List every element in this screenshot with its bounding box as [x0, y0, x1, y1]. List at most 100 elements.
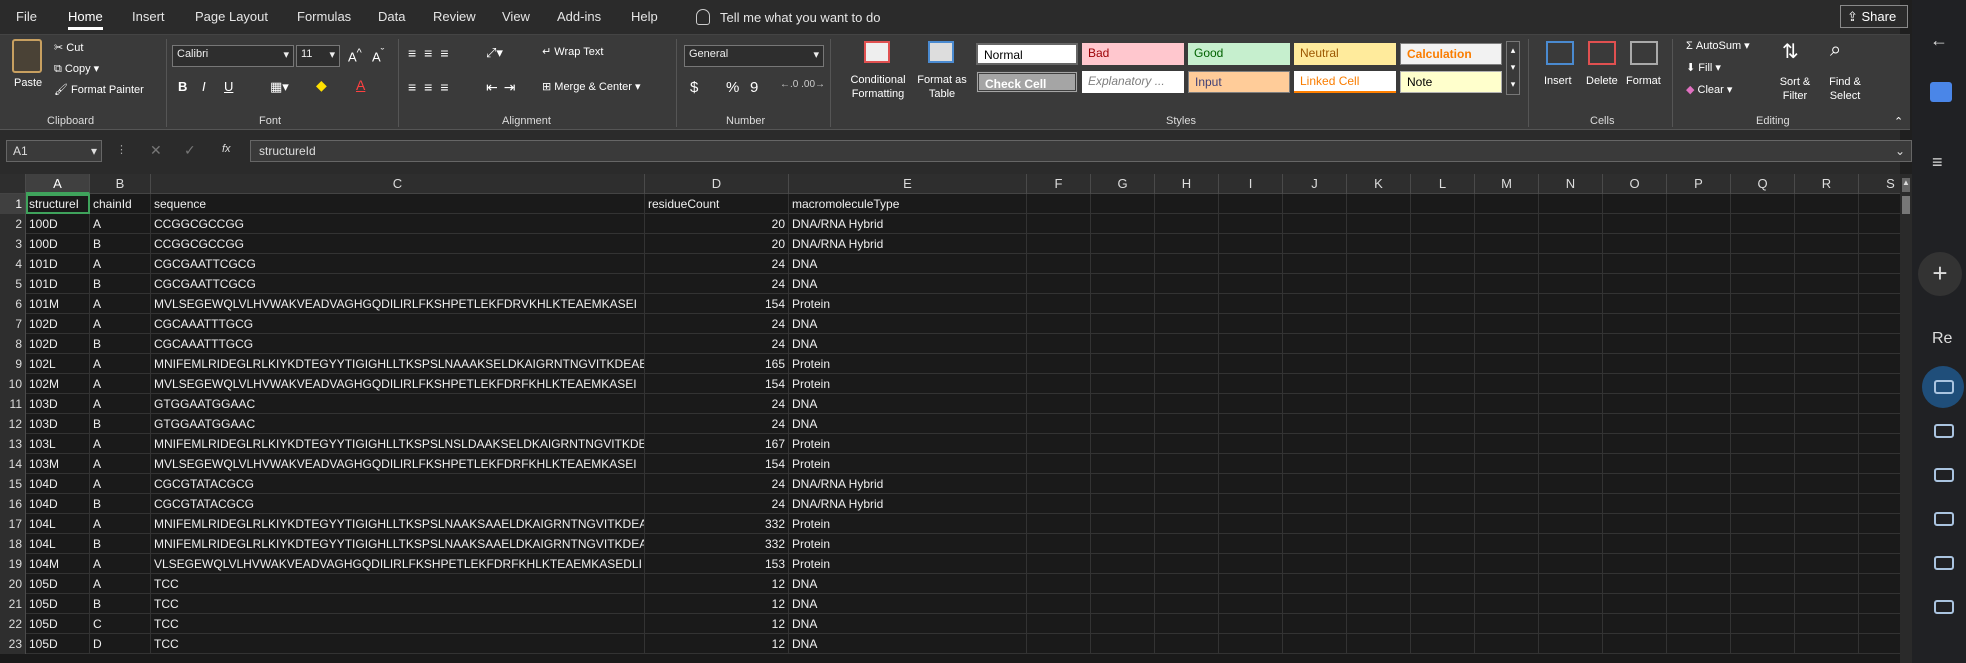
insert-function-button[interactable]: fx	[222, 143, 231, 155]
empty-cell[interactable]	[1603, 274, 1667, 294]
empty-cell[interactable]	[1347, 634, 1411, 654]
empty-cell[interactable]	[1859, 234, 1900, 254]
cell-b4[interactable]: A	[90, 254, 151, 274]
empty-cell[interactable]	[1539, 514, 1603, 534]
row-header[interactable]: 18	[0, 534, 26, 554]
select-all-corner[interactable]	[0, 174, 26, 194]
empty-cell[interactable]	[1283, 234, 1347, 254]
empty-cell[interactable]	[1859, 354, 1900, 374]
cell-e1[interactable]: macromoleculeType	[789, 194, 1027, 214]
insert-cells-icon[interactable]	[1546, 41, 1574, 65]
cell-e7[interactable]: DNA	[789, 314, 1027, 334]
cell-a13[interactable]: 103L	[26, 434, 90, 454]
empty-cell[interactable]	[1283, 494, 1347, 514]
grow-font-button[interactable]: A^	[348, 47, 362, 64]
cell-e19[interactable]: Protein	[789, 554, 1027, 574]
empty-cell[interactable]	[1091, 334, 1155, 354]
column-header-c[interactable]: C	[151, 174, 645, 194]
cell-e2[interactable]: DNA/RNA Hybrid	[789, 214, 1027, 234]
tab-home[interactable]: Home	[68, 9, 103, 30]
column-header-o[interactable]: O	[1603, 174, 1667, 194]
wrap-text-button[interactable]: ↵ Wrap Text	[542, 45, 603, 58]
empty-cell[interactable]	[1795, 494, 1859, 514]
empty-cell[interactable]	[1219, 494, 1283, 514]
magnifier-icon[interactable]: ⌕	[1830, 39, 1841, 62]
row-header[interactable]: 11	[0, 394, 26, 414]
empty-cell[interactable]	[1667, 314, 1731, 334]
empty-cell[interactable]	[1731, 554, 1795, 574]
empty-cell[interactable]	[1475, 354, 1539, 374]
empty-cell[interactable]	[1411, 494, 1475, 514]
empty-cell[interactable]	[1283, 274, 1347, 294]
cell-d9[interactable]: 165	[645, 354, 789, 374]
row-header[interactable]: 16	[0, 494, 26, 514]
empty-cell[interactable]	[1795, 614, 1859, 634]
clear-button[interactable]: ◆ Clear ▾	[1686, 83, 1732, 96]
empty-cell[interactable]	[1091, 234, 1155, 254]
empty-cell[interactable]	[1731, 534, 1795, 554]
column-header-j[interactable]: J	[1283, 174, 1347, 194]
empty-cell[interactable]	[1219, 214, 1283, 234]
empty-cell[interactable]	[1219, 254, 1283, 274]
empty-cell[interactable]	[1411, 294, 1475, 314]
empty-cell[interactable]	[1539, 614, 1603, 634]
empty-cell[interactable]	[1411, 274, 1475, 294]
fill-button[interactable]: ⬇ Fill ▾	[1686, 61, 1721, 74]
empty-cell[interactable]	[1283, 194, 1347, 214]
cell-e20[interactable]: DNA	[789, 574, 1027, 594]
empty-cell[interactable]	[1155, 294, 1219, 314]
empty-cell[interactable]	[1603, 594, 1667, 614]
empty-cell[interactable]	[1859, 314, 1900, 334]
empty-cell[interactable]	[1795, 314, 1859, 334]
empty-cell[interactable]	[1539, 454, 1603, 474]
empty-cell[interactable]	[1539, 434, 1603, 454]
empty-cell[interactable]	[1795, 594, 1859, 614]
empty-cell[interactable]	[1027, 314, 1091, 334]
empty-cell[interactable]	[1411, 254, 1475, 274]
cell-c18[interactable]: MNIFEMLRIDEGLRLKIYKDTEGYYTIGIGHLLTKSPSLN…	[151, 534, 645, 554]
empty-cell[interactable]	[1731, 514, 1795, 534]
empty-cell[interactable]	[1091, 214, 1155, 234]
empty-cell[interactable]	[1539, 374, 1603, 394]
cell-d20[interactable]: 12	[645, 574, 789, 594]
empty-cell[interactable]	[1155, 254, 1219, 274]
empty-cell[interactable]	[1283, 474, 1347, 494]
empty-cell[interactable]	[1539, 334, 1603, 354]
row-header[interactable]: 7	[0, 314, 26, 334]
row-header[interactable]: 21	[0, 594, 26, 614]
empty-cell[interactable]	[1859, 554, 1900, 574]
empty-cell[interactable]	[1795, 434, 1859, 454]
empty-cell[interactable]	[1155, 454, 1219, 474]
empty-cell[interactable]	[1219, 574, 1283, 594]
merge-center-button[interactable]: ⊞ Merge & Center ▾	[542, 80, 641, 93]
empty-cell[interactable]	[1155, 554, 1219, 574]
column-header-a[interactable]: A	[26, 174, 90, 194]
cell-e6[interactable]: Protein	[789, 294, 1027, 314]
empty-cell[interactable]	[1475, 594, 1539, 614]
cell-a10[interactable]: 102M	[26, 374, 90, 394]
empty-cell[interactable]	[1091, 294, 1155, 314]
empty-cell[interactable]	[1027, 454, 1091, 474]
empty-cell[interactable]	[1155, 414, 1219, 434]
font-color-icon[interactable]: A	[356, 77, 365, 93]
empty-cell[interactable]	[1539, 594, 1603, 614]
cell-d6[interactable]: 154	[645, 294, 789, 314]
empty-cell[interactable]	[1795, 394, 1859, 414]
cell-a17[interactable]: 104L	[26, 514, 90, 534]
currency-button[interactable]: $	[690, 79, 698, 96]
empty-cell[interactable]	[1475, 334, 1539, 354]
translate-icon[interactable]	[1930, 82, 1952, 102]
empty-cell[interactable]	[1667, 334, 1731, 354]
empty-cell[interactable]	[1347, 594, 1411, 614]
empty-cell[interactable]	[1283, 594, 1347, 614]
empty-cell[interactable]	[1347, 454, 1411, 474]
cell-a22[interactable]: 105D	[26, 614, 90, 634]
cell-b11[interactable]: A	[90, 394, 151, 414]
cancel-icon[interactable]: ✕	[150, 142, 162, 159]
empty-cell[interactable]	[1347, 474, 1411, 494]
empty-cell[interactable]	[1603, 354, 1667, 374]
empty-cell[interactable]	[1347, 434, 1411, 454]
cell-c1[interactable]: sequence	[151, 194, 645, 214]
empty-cell[interactable]	[1603, 234, 1667, 254]
empty-cell[interactable]	[1155, 574, 1219, 594]
